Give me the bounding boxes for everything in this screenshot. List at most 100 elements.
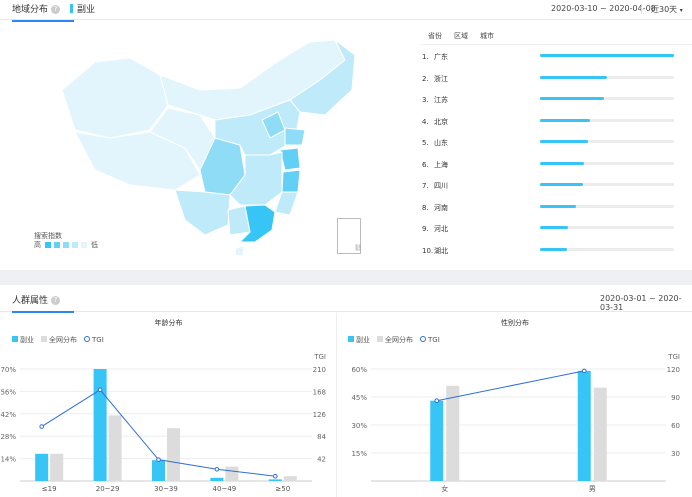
map-region xyxy=(234,245,245,257)
legend-swatch xyxy=(72,242,78,248)
map-region xyxy=(284,127,306,146)
region-card: 地域分布? 副业 2020-03-10 ~ 2020-04-08 近30天 ▾ xyxy=(0,0,692,270)
tgi-point xyxy=(214,466,220,472)
legend-item-tgi[interactable]: TGI xyxy=(420,336,440,344)
region-tabbar: 地域分布? 副业 2020-03-10 ~ 2020-04-08 近30天 ▾ xyxy=(0,0,692,22)
x-tick-label: 女 xyxy=(441,484,448,493)
subtab-city[interactable]: 城市 xyxy=(480,31,494,41)
map-region xyxy=(61,57,169,139)
help-icon[interactable]: ? xyxy=(51,296,61,305)
legend-item-tgi[interactable]: TGI xyxy=(84,336,104,344)
crowd-title-tab: 人群属性? xyxy=(12,293,75,313)
legend-swatch xyxy=(63,242,69,248)
y-tick-label: 30% xyxy=(351,422,367,430)
ranking-bar xyxy=(540,97,605,100)
age-panel: 年龄分布 副业 全网分布 TGI TGI 14% 42 28% 84 42% 126 56% 1… xyxy=(0,313,337,497)
x-tick-label: 30~39 xyxy=(154,485,178,493)
ranking-bar xyxy=(540,161,585,165)
ranking-item: 10.湖北 xyxy=(422,246,448,256)
tgi-point xyxy=(273,473,278,479)
bar-all-network xyxy=(167,428,180,481)
subtab-underline xyxy=(420,44,692,45)
ranking-number: 1. xyxy=(422,53,429,61)
gender-chart: TGI 15% 30 30% 60 45% 90 60% 120 女 男 xyxy=(351,353,680,493)
map-region xyxy=(279,147,301,171)
y2-tick-label: 84 xyxy=(317,433,326,441)
ranking-item: 5. 山东 xyxy=(422,138,448,148)
ranking-bar xyxy=(540,183,583,186)
tgi-point xyxy=(97,387,103,393)
age-legend: 副业 全网分布 TGI xyxy=(12,335,104,345)
subtab-province[interactable]: 省份 xyxy=(428,31,442,41)
legend-swatch xyxy=(45,242,51,248)
ranking-bar xyxy=(540,75,607,79)
ranking-item: 7. 四川 xyxy=(422,181,448,191)
y-tick-label: 60% xyxy=(351,366,367,374)
y2-tick-label: 120 xyxy=(667,366,680,374)
ranking-number: 4. xyxy=(422,117,429,126)
tab-region[interactable]: 地域分布? xyxy=(12,2,75,22)
y-tick-label: 28% xyxy=(0,433,16,441)
ranking-name: 江苏 xyxy=(434,96,448,104)
legend-item-all-network[interactable]: 全网分布 xyxy=(377,335,413,345)
tgi-point xyxy=(581,368,587,374)
ranking-bar-track xyxy=(540,118,674,122)
bar-side-job xyxy=(268,479,282,481)
ranking-bar-track xyxy=(540,247,674,251)
inset-label: 南海诸岛 xyxy=(355,244,362,251)
legend-item-side-job[interactable]: 副业 xyxy=(348,335,370,345)
tab-side-job[interactable]: 副业 xyxy=(70,2,95,15)
ranking-bar-track xyxy=(540,204,674,208)
ranking-item: 9. 河北 xyxy=(422,224,448,234)
bar-side-job xyxy=(93,369,107,481)
ranking-bar xyxy=(540,247,567,251)
gender-chart-title: 性别分布 xyxy=(501,319,529,327)
ranking-number: 3. xyxy=(422,96,429,104)
period-select[interactable]: 近30天 ▾ xyxy=(651,4,683,15)
ranking-bar-track xyxy=(540,183,674,186)
legend-item-all-network[interactable]: 全网分布 xyxy=(41,335,77,345)
map-region xyxy=(274,191,299,216)
crowd-date-range: 2020-03-01 ~ 2020-03-31 xyxy=(600,294,682,312)
ranking-bar-track xyxy=(540,140,674,143)
ranking-item: 6. 上海 xyxy=(422,160,448,170)
ranking-name: 河北 xyxy=(434,225,448,233)
x-tick-label: ≥50 xyxy=(275,485,290,493)
south-sea-inset: 南海诸岛 xyxy=(337,218,361,254)
tgi-line xyxy=(436,370,585,402)
ranking-name: 湖北 xyxy=(434,246,448,255)
ranking-item: 1. 广东 xyxy=(422,52,448,62)
ranking-number: 8. xyxy=(422,203,429,212)
ranking-bar xyxy=(540,140,589,143)
x-tick-label: 40~49 xyxy=(213,485,237,493)
help-icon[interactable]: ? xyxy=(51,5,61,14)
ranking-item: 3. 江苏 xyxy=(422,95,448,105)
ranking-name: 北京 xyxy=(434,117,448,126)
y-tick-label: 70% xyxy=(0,366,16,374)
china-map[interactable] xyxy=(0,20,360,260)
y2-tick-label: 42 xyxy=(317,456,326,464)
y2-tick-label: 168 xyxy=(313,388,326,396)
x-tick-label: 男 xyxy=(589,485,596,493)
tgi-point xyxy=(39,424,45,429)
bar-side-job xyxy=(577,370,591,481)
bar-all-network xyxy=(225,466,239,481)
ranking-bar xyxy=(540,204,577,208)
y2-axis-label: TGI xyxy=(313,353,326,361)
ranking-subtabs: 省份 区域 城市 xyxy=(428,31,494,41)
y-tick-label: 56% xyxy=(0,388,16,396)
ranking-number: 5. xyxy=(422,139,429,147)
y-tick-label: 42% xyxy=(0,411,16,419)
ranking-item: 8. 河南 xyxy=(422,203,448,213)
tgi-point xyxy=(434,398,440,404)
y2-tick-label: 90 xyxy=(671,394,680,402)
bar-all-network xyxy=(108,415,122,481)
legend-swatch xyxy=(54,242,60,248)
ranking-name: 广东 xyxy=(434,53,448,61)
crowd-header: 人群属性? 2020-03-01 ~ 2020-03-31 xyxy=(0,285,692,313)
legend-item-side-job[interactable]: 副业 xyxy=(12,335,34,345)
x-tick-label: 20~29 xyxy=(96,485,120,493)
ranking-bar xyxy=(540,118,590,122)
gender-panel: 性别分布 副业 全网分布 TGI TGI 15% 30 30% 60 45% 90 60% 12… xyxy=(338,313,692,497)
subtab-area[interactable]: 区域 xyxy=(454,31,468,41)
